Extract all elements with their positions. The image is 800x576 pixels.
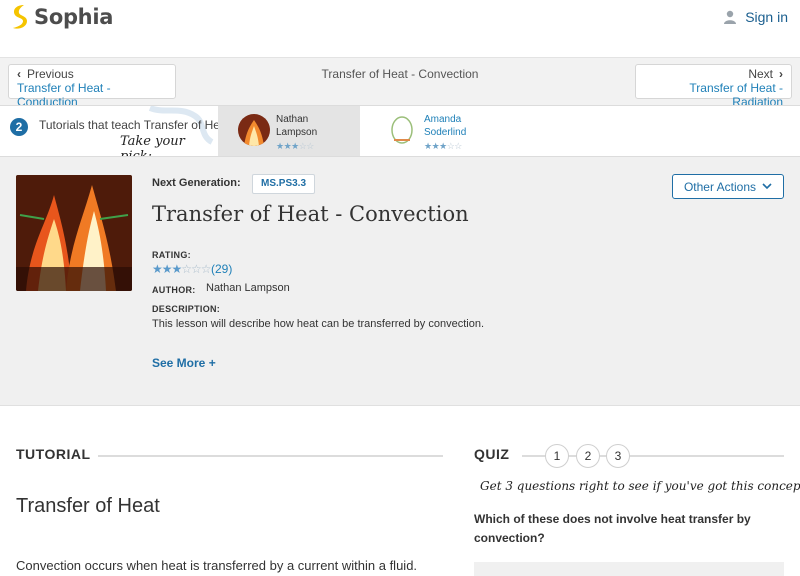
card-author-first: Amanda — [424, 114, 462, 125]
tutorial-picker: 2 Tutorials that teach Transfer of Heat … — [0, 105, 800, 157]
quiz-heading: QUIZ — [474, 446, 510, 462]
author-label: AUTHOR: — [152, 285, 196, 295]
quiz-step-2[interactable]: 2 — [576, 444, 600, 468]
other-actions-label: Other Actions — [683, 179, 757, 194]
card-author-first: Nathan — [276, 114, 309, 125]
quiz-question: Which of these does not involve heat tra… — [474, 512, 751, 545]
author-name: Nathan Lampson — [206, 282, 290, 294]
see-more-link[interactable]: See More + — [152, 356, 216, 370]
tutorial-heading: TUTORIAL — [16, 446, 91, 462]
card-rating-stars: ★★★☆☆ — [276, 141, 314, 151]
author-avatar — [238, 114, 270, 146]
lesson-thumbnail — [16, 175, 132, 291]
tutorial-divider — [98, 455, 443, 457]
top-bar: Sophia Sign in — [0, 0, 800, 36]
card-rating-stars: ★★★☆☆ — [424, 141, 462, 151]
take-your-pick-label: Take your pick: — [120, 134, 185, 156]
lesson-nav-bar: ‹ Previous Transfer of Heat - Conduction … — [0, 57, 800, 109]
rating-stars: ★★★☆☆☆ — [152, 262, 212, 276]
lesson-info-panel: Next Generation: MS.PS3.3 Other Actions … — [0, 157, 800, 406]
lesson-title: Transfer of Heat - Convection — [152, 202, 469, 226]
tutorial-body-text: Convection occurs when heat is transferr… — [16, 558, 418, 573]
brand-name: Sophia — [34, 5, 114, 29]
card-author-name: Nathan Lampson — [276, 113, 317, 139]
sophia-logo[interactable]: Sophia — [10, 3, 113, 31]
standard-badge[interactable]: MS.PS3.3 — [252, 174, 316, 194]
rating-count[interactable]: (29) — [211, 262, 232, 276]
tutorial-count-badge: 2 — [10, 118, 28, 136]
user-icon — [724, 10, 737, 24]
next-label: Next — [748, 67, 773, 81]
card-author-last: Lampson — [276, 127, 318, 138]
other-actions-button[interactable]: Other Actions — [672, 174, 784, 199]
card-author-name: Amanda Soderlind — [424, 113, 466, 139]
quiz-step-3[interactable]: 3 — [606, 444, 630, 468]
next-generation-label: Next Generation: — [152, 177, 241, 189]
description-text: This lesson will describe how heat can b… — [152, 318, 485, 330]
chevron-down-icon — [762, 183, 772, 190]
tutorial-card-nathan[interactable]: Nathan Lampson ★★★☆☆ — [218, 106, 360, 156]
card-author-last: Soderlind — [424, 127, 467, 138]
next-button[interactable]: Next › Transfer of Heat - Radiation — [635, 64, 792, 109]
description-label: DESCRIPTION: — [152, 304, 221, 314]
tutorial-count-text: Tutorials that teach Transfer of Heat — [39, 118, 218, 132]
sign-in-label: Sign in — [745, 9, 788, 25]
chevron-right-icon: › — [779, 67, 783, 81]
quiz-tagline: Get 3 questions right to see if you've g… — [480, 479, 800, 493]
quiz-step-1[interactable]: 1 — [545, 444, 569, 468]
rating-label: RATING: — [152, 250, 191, 260]
author-avatar — [386, 114, 418, 146]
sophia-logo-icon — [13, 5, 27, 29]
tutorial-subtitle: Transfer of Heat — [16, 495, 160, 517]
sign-in-link[interactable]: Sign in — [723, 9, 788, 25]
tutorial-card-amanda[interactable]: Amanda Soderlind ★★★☆☆ — [360, 106, 502, 156]
quiz-answer-area — [474, 562, 784, 576]
tutorial-count-panel: 2 Tutorials that teach Transfer of Heat … — [0, 106, 218, 156]
